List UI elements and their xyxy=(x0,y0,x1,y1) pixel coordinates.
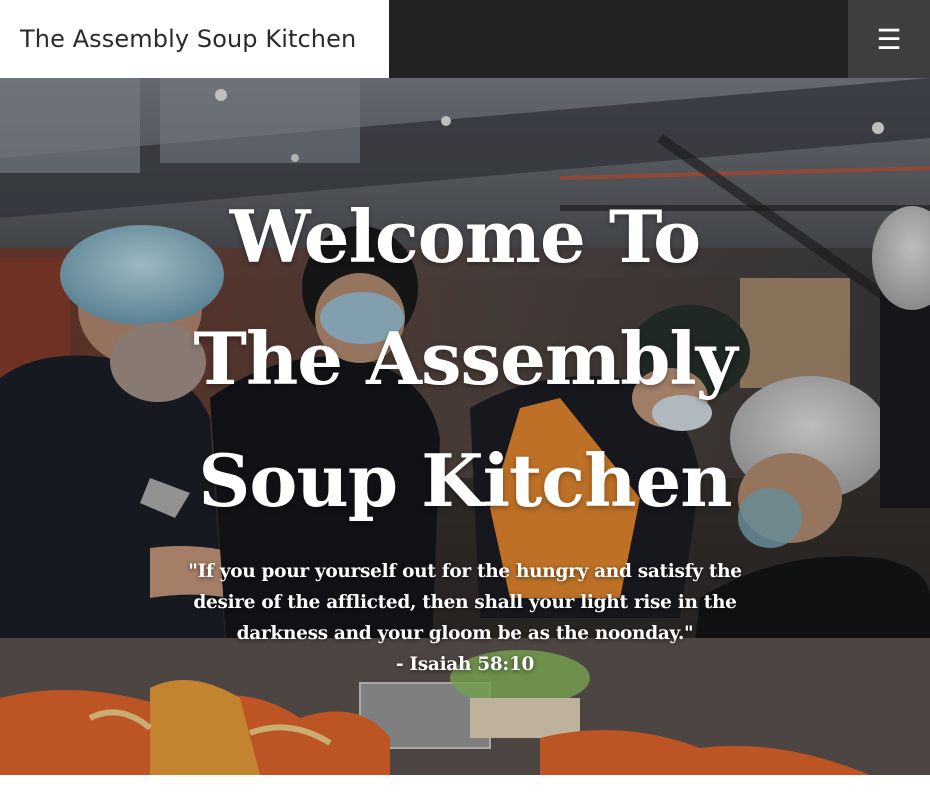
menu-button[interactable]: ☰ xyxy=(848,0,930,78)
scripture-quote: "If you pour yourself out for the hungry… xyxy=(160,556,770,680)
site-title[interactable]: The Assembly Soup Kitchen xyxy=(20,25,356,53)
hero-banner: Welcome To The Assembly Soup Kitchen "If… xyxy=(0,78,930,775)
site-brand[interactable]: The Assembly Soup Kitchen xyxy=(0,0,389,78)
top-navigation-bar: The Assembly Soup Kitchen ☰ xyxy=(0,0,930,78)
quote-text: "If you pour yourself out for the hungry… xyxy=(188,561,742,644)
quote-citation: - Isaiah 58:10 xyxy=(395,654,535,675)
headline-line-1: Welcome To xyxy=(229,194,701,279)
hero-headline: Welcome To The Assembly Soup Kitchen xyxy=(0,176,930,542)
hamburger-menu-icon: ☰ xyxy=(876,23,902,55)
headline-line-3: Soup Kitchen xyxy=(198,438,732,523)
headline-line-2: The Assembly xyxy=(193,316,737,401)
